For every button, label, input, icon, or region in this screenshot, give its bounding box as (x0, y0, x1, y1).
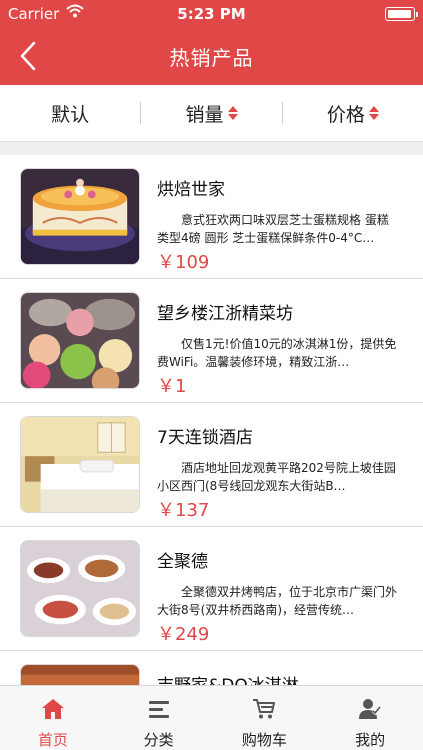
tab-profile[interactable]: 我的 (317, 686, 423, 750)
sort-default-label: 默认 (51, 103, 90, 126)
tab-profile-label: 我的 (355, 731, 386, 749)
product-name: 望乡楼江浙精菜坊 (157, 304, 293, 324)
tab-category[interactable]: 分类 (106, 686, 212, 750)
tab-category-label: 分类 (143, 731, 174, 749)
tab-cart-label: 购物车 (241, 731, 287, 749)
product-name: 吉野家&DQ冰淇淋 (157, 671, 299, 685)
category-icon (148, 701, 169, 718)
product-price: ￥109 (157, 252, 210, 273)
product-desc: 酒店地址回龙观黄平路202号院上坡佳园小区西门(8号线回龙观东大街站B… (157, 461, 396, 493)
product-image-cake (20, 168, 140, 265)
sort-sales[interactable]: 销量 (141, 85, 281, 142)
product-price: ￥249 (157, 624, 210, 645)
product-name: 7天连锁酒店 (157, 428, 253, 448)
sort-price-label: 价格 (326, 103, 365, 126)
product-row[interactable]: 吉野家&DQ冰淇淋 (0, 651, 423, 685)
sort-arrows-icon (368, 105, 379, 121)
product-name: 烘焙世家 (157, 180, 225, 200)
sort-bar: 默认 销量 价格 (0, 85, 423, 142)
nav-bar: 热销产品 (0, 28, 423, 85)
battery-icon (385, 7, 418, 21)
product-price: ￥1 (157, 376, 187, 397)
cart-icon (253, 699, 276, 719)
product-row[interactable]: 全聚德 全聚德双井烤鸭店，位于北京市广渠门外大街8号(双井桥西路南)，经营传统…… (0, 527, 423, 651)
sort-sales-label: 销量 (185, 103, 224, 126)
tab-home[interactable]: 首页 (0, 686, 106, 750)
product-price: ￥137 (157, 500, 210, 521)
tab-cart[interactable]: 购物车 (212, 686, 318, 750)
status-bar: Carrier 5:23 PM (0, 0, 423, 28)
product-desc: 仅售1元!价值10元的冰淇淋1份，提供免费WiFi。温馨装修环境，精致江浙… (157, 337, 397, 369)
product-image-icecream (20, 292, 140, 389)
product-name: 全聚德 (157, 552, 208, 572)
tab-home-label: 首页 (37, 731, 68, 749)
product-image-hotel-room (20, 416, 140, 513)
product-row[interactable]: 7天连锁酒店 酒店地址回龙观黄平路202号院上坡佳园小区西门(8号线回龙观东大街… (0, 403, 423, 527)
profile-icon (359, 699, 382, 719)
sort-arrows-icon (227, 105, 238, 121)
sort-default[interactable]: 默认 (0, 85, 140, 142)
home-icon (41, 699, 64, 719)
product-desc: 全聚德双井烤鸭店，位于北京市广渠门外大街8号(双井桥西路南)，经营传统… (157, 585, 397, 617)
clock: 5:23 PM (177, 5, 246, 23)
product-image-roast-duck (20, 540, 140, 637)
product-image-dq (20, 664, 140, 685)
product-row[interactable]: 望乡楼江浙精菜坊 仅售1元!价值10元的冰淇淋1份，提供免费WiFi。温馨装修环… (0, 279, 423, 403)
product-desc: 意式狂欢两口味双层芝士蛋糕规格 蛋糕类型4磅 圆形 芝士蛋糕保鲜条件0-4°C… (157, 213, 389, 245)
product-row[interactable]: 烘焙世家 意式狂欢两口味双层芝士蛋糕规格 蛋糕类型4磅 圆形 芝士蛋糕保鲜条件0… (0, 155, 423, 279)
product-list: 烘焙世家 意式狂欢两口味双层芝士蛋糕规格 蛋糕类型4磅 圆形 芝士蛋糕保鲜条件0… (0, 155, 423, 685)
page-title: 热销产品 (169, 46, 254, 70)
sort-price[interactable]: 价格 (283, 85, 423, 142)
tab-bar: 首页 分类 购物车 我的 (0, 685, 423, 750)
